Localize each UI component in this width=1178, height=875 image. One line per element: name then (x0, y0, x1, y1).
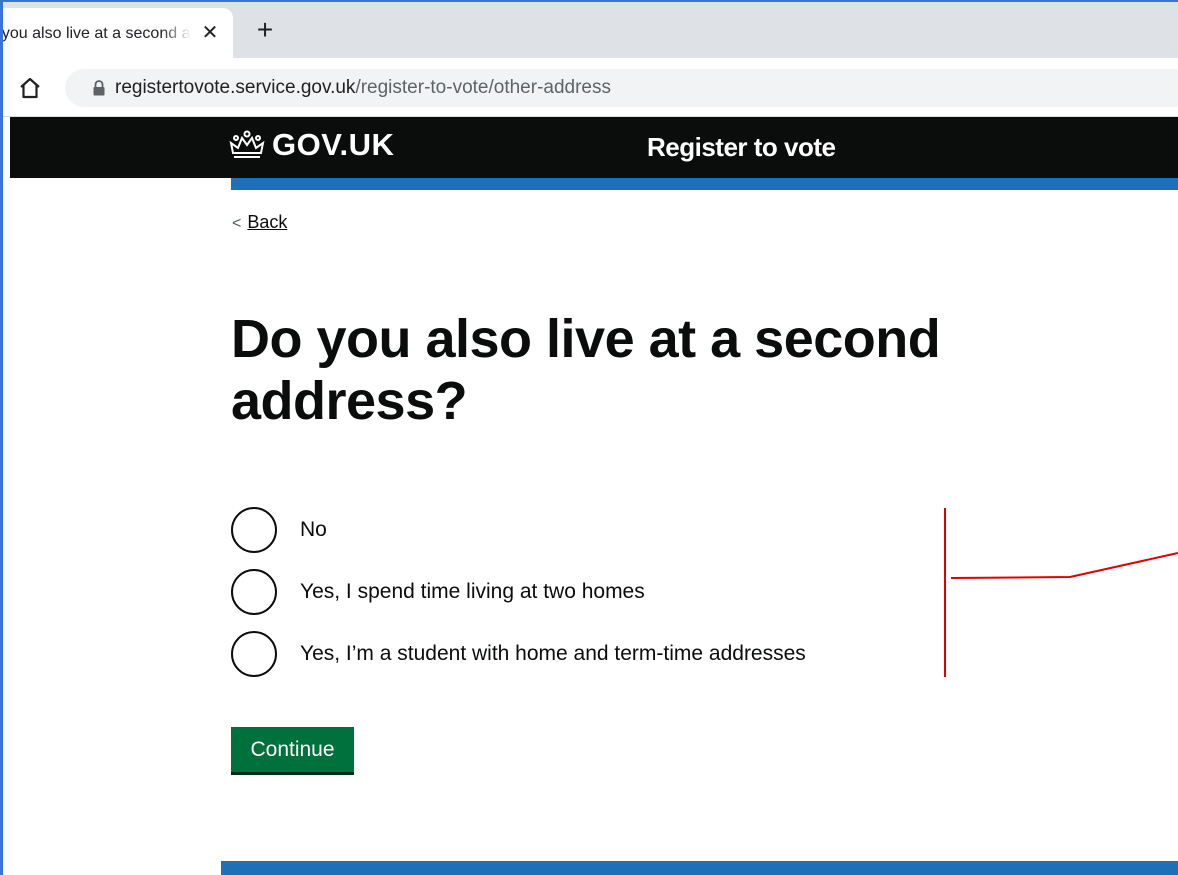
continue-button[interactable]: Continue (231, 727, 354, 772)
url-text[interactable]: registertovote.service.gov.uk/register-t… (115, 75, 611, 101)
home-icon[interactable] (17, 75, 43, 101)
browser-tab-strip: Do you also live at a second address? ✕ … (3, 2, 1178, 58)
footer-top-border (221, 861, 1178, 875)
govuk-header: GOV.UK Register to vote (10, 117, 1178, 178)
window-frame-left (0, 0, 3, 875)
page-title: Do you also live at a second address? (231, 309, 941, 431)
radio-button[interactable] (231, 631, 277, 677)
crown-icon[interactable] (228, 129, 266, 161)
radio-label[interactable]: Yes, I’m a student with home and term-ti… (300, 640, 806, 668)
browser-tab[interactable]: Do you also live at a second address? ✕ (3, 8, 233, 58)
radio-label[interactable]: No (300, 516, 327, 544)
tab-title-text: Do you also live at a second address? (3, 25, 191, 42)
url-path: /register-to-vote/other-address (355, 77, 611, 98)
close-icon[interactable]: ✕ (199, 22, 221, 44)
browser-toolbar: registertovote.service.gov.uk/register-t… (3, 58, 1178, 117)
radio-option-student[interactable]: Yes, I’m a student with home and term-ti… (231, 631, 871, 679)
back-link-label: Back (247, 212, 288, 232)
address-bar[interactable]: registertovote.service.gov.uk/register-t… (65, 69, 1178, 107)
govuk-logo-link[interactable]: GOV.UK (272, 127, 394, 163)
lock-icon[interactable] (91, 79, 107, 97)
radio-button[interactable] (231, 569, 277, 615)
tab-title: Do you also live at a second address? (3, 22, 191, 46)
url-host: registertovote.service.gov.uk (115, 77, 356, 98)
service-name-link[interactable]: Register to vote (647, 131, 836, 163)
annotation-pointer-line (950, 552, 1178, 579)
plus-icon[interactable]: + (251, 16, 279, 44)
header-underline (231, 178, 1178, 190)
back-link[interactable]: < Back (232, 210, 287, 234)
chevron-left-icon: < (232, 215, 242, 232)
radio-button[interactable] (231, 507, 277, 553)
radio-label[interactable]: Yes, I spend time living at two homes (300, 578, 645, 606)
radio-option-no[interactable]: No (231, 507, 431, 555)
radio-option-two-homes[interactable]: Yes, I spend time living at two homes (231, 569, 711, 617)
